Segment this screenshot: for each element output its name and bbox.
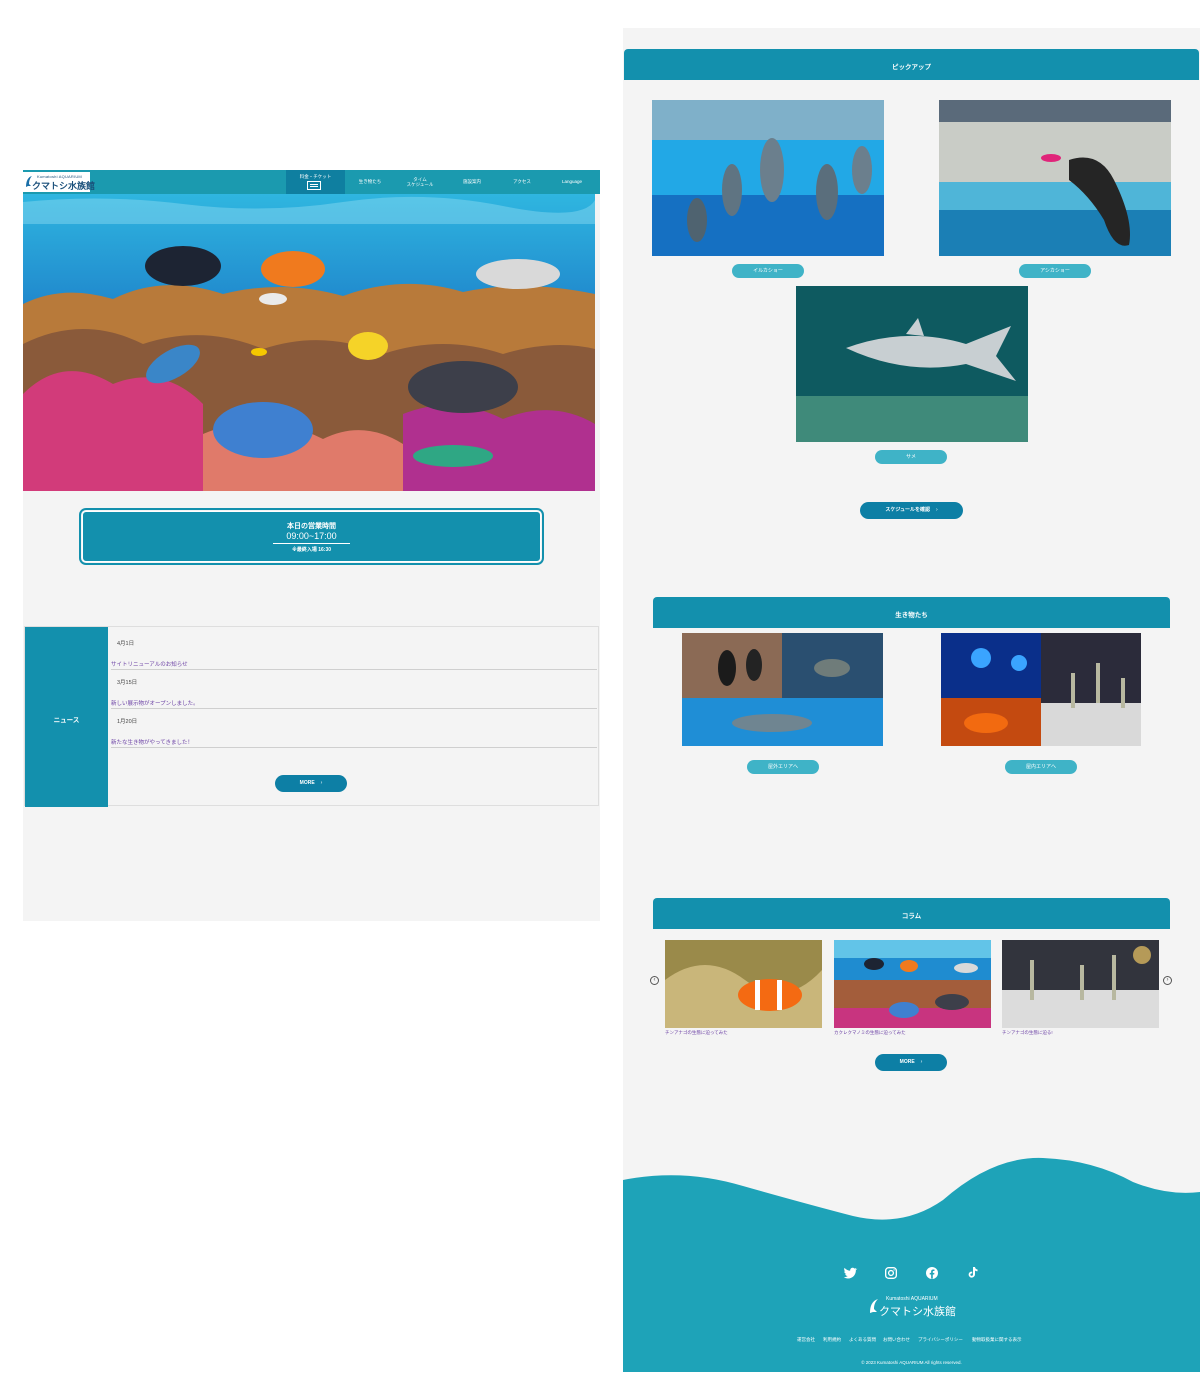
facebook-icon[interactable] — [924, 1265, 940, 1281]
more-label: MORE — [299, 780, 315, 786]
nav-item-creatures[interactable]: 生き物たち — [348, 170, 392, 194]
nav-item-label: タイム スケジュール — [406, 177, 434, 187]
column-more-button[interactable]: MORE › — [875, 1054, 947, 1071]
nav-item-label: 施設案内 — [463, 179, 481, 184]
news-heading: ニュース — [53, 717, 80, 724]
news-heading-panel: ニュース — [25, 627, 108, 807]
hours-time: 09:00~17:00 — [273, 531, 350, 544]
schedule-label: スケジュールを確認 — [885, 507, 930, 513]
column-caption-link[interactable]: カクレクマノミの生態に迫ってみた — [834, 1030, 906, 1036]
column-photo[interactable] — [1002, 940, 1159, 1028]
nav-item-tickets[interactable]: 料金・チケット — [286, 170, 345, 194]
creatures-heading: 生き物たち — [895, 612, 928, 619]
tag-dolphin-show[interactable]: イルカショー — [732, 264, 804, 278]
chevron-right-icon[interactable]: › — [1163, 976, 1172, 985]
nav-item-label: アクセス — [513, 179, 531, 184]
site-footer: Kumatoshi AQUARIUM クマトシ水族館 運営会社 利用規約 よくあ… — [623, 1148, 1200, 1372]
home-page-bottom: ピックアップ イルカショー アシカショー サメ スケジュールを確認 › 生き物た… — [623, 28, 1200, 1372]
column-photo[interactable] — [834, 940, 991, 1028]
sea-lion-show-photo[interactable] — [939, 100, 1171, 256]
tag-sea-lion-show[interactable]: アシカショー — [1019, 264, 1091, 278]
footer-link-animal-notice[interactable]: 動物取扱業に関する表示 — [972, 1337, 1022, 1343]
column-caption-link[interactable]: チンアナゴの生態に迫る! — [1002, 1030, 1053, 1036]
ticket-icon — [307, 181, 321, 190]
footer-link-faq[interactable]: よくある質問 — [849, 1337, 876, 1343]
shark-photo[interactable] — [796, 286, 1028, 442]
news-link[interactable]: 新たな生き物がやってきました！ — [111, 738, 597, 748]
tiktok-icon[interactable] — [964, 1265, 980, 1281]
pickup-heading: ピックアップ — [892, 64, 931, 71]
nav-item-label: 生き物たち — [358, 179, 382, 184]
footer-logo-subtitle: Kumatoshi AQUARIUM — [886, 1296, 938, 1302]
news-more-button[interactable]: MORE › — [275, 775, 347, 792]
outdoor-area-button[interactable]: 屋外エリアへ — [747, 760, 819, 774]
home-page-top: Kumatoshi AQUARIUM クマトシ水族館 料金・チケット 生き物たち… — [23, 170, 600, 921]
outdoor-area-photo[interactable] — [682, 633, 883, 746]
column-caption-link[interactable]: チンアナゴの生態に迫ってみた — [665, 1030, 728, 1036]
chevron-right-icon: › — [920, 1059, 923, 1065]
chevron-left-icon[interactable]: ‹ — [650, 976, 659, 985]
twitter-icon[interactable] — [842, 1265, 858, 1281]
wave-background — [623, 1157, 1200, 1372]
nav-item-label: 料金・チケット — [299, 174, 332, 179]
hero-image — [23, 194, 595, 491]
hours-title: 本日の営業時間 — [287, 523, 336, 530]
creatures-heading-bar: 生き物たち — [653, 597, 1170, 628]
chevron-right-icon: › — [320, 780, 323, 786]
column-photo[interactable] — [665, 940, 822, 1028]
news-date: 1月20日 — [117, 719, 138, 725]
footer-logo-title[interactable]: クマトシ水族館 — [879, 1303, 956, 1319]
logo-title: クマトシ水族館 — [32, 181, 96, 191]
footer-link-terms[interactable]: 利用規約 — [823, 1337, 841, 1343]
nav-item-schedule[interactable]: タイム スケジュール — [398, 170, 442, 194]
dolphin-logo-icon — [870, 1299, 878, 1313]
tag-shark[interactable]: サメ — [875, 450, 947, 464]
footer-link-privacy[interactable]: プライバシーポリシー — [918, 1337, 963, 1343]
indoor-area-button[interactable]: 屋内エリアへ — [1005, 760, 1077, 774]
pickup-heading-bar: ピックアップ — [624, 49, 1199, 80]
news-date: 4月1日 — [117, 641, 135, 647]
schedule-button[interactable]: スケジュールを確認 › — [860, 502, 963, 519]
indoor-area-photo[interactable] — [941, 633, 1141, 746]
footer-link-contact[interactable]: お問い合わせ — [883, 1337, 910, 1343]
site-logo[interactable]: Kumatoshi AQUARIUM クマトシ水族館 — [23, 172, 95, 192]
copyright: © 2023 Kumatoshi AQUARIUM All rights res… — [861, 1360, 962, 1365]
instagram-icon[interactable] — [883, 1265, 899, 1281]
nav-item-label: Language — [561, 179, 583, 184]
dolphin-show-photo[interactable] — [652, 100, 884, 256]
business-hours-panel: 本日の営業時間 09:00~17:00 ※最終入場 16:30 — [79, 508, 544, 565]
footer-link-company[interactable]: 運営会社 — [797, 1337, 815, 1343]
chevron-right-icon: › — [935, 507, 938, 513]
news-section: ニュース 4月1日 サイトリニューアルのお知らせ 3月15日 新しい展示物がオー… — [24, 626, 599, 807]
news-link[interactable]: サイトリニューアルのお知らせ — [111, 660, 597, 670]
column-heading: コラム — [901, 913, 922, 920]
more-label: MORE — [899, 1059, 915, 1065]
nav-item-facilities[interactable]: 施設案内 — [450, 170, 494, 194]
last-entry-note: ※最終入場 16:30 — [291, 547, 332, 553]
column-heading-bar: コラム — [653, 898, 1170, 929]
site-header: Kumatoshi AQUARIUM クマトシ水族館 料金・チケット 生き物たち… — [23, 170, 600, 194]
news-date: 3月15日 — [117, 680, 138, 686]
nav-item-language[interactable]: Language — [550, 170, 594, 194]
news-link[interactable]: 新しい展示物がオープンしました。 — [111, 699, 597, 709]
nav-item-access[interactable]: アクセス — [500, 170, 544, 194]
